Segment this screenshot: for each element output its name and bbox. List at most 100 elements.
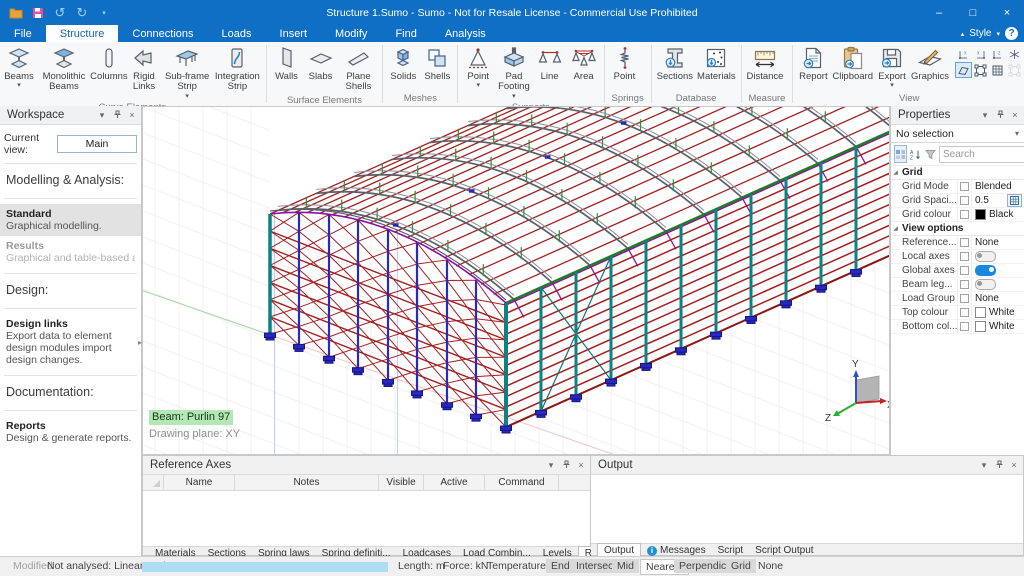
report-button[interactable]: Report — [796, 44, 830, 83]
categorize-button[interactable] — [894, 145, 907, 163]
selection-dropdown[interactable]: No selection ▾ — [891, 125, 1024, 143]
line-support-button[interactable]: Line — [533, 44, 567, 83]
property-group-view-options[interactable]: ◢View options — [891, 222, 1024, 236]
column-header-command[interactable]: Command — [485, 475, 559, 490]
quick-access-chevron-icon[interactable]: ▾ — [96, 5, 112, 21]
rigid-links-button[interactable]: Rigid Links — [126, 44, 162, 94]
table-body[interactable] — [143, 491, 590, 547]
calculator-button[interactable] — [1007, 194, 1022, 207]
property-row-beam-leg[interactable]: Beam leg... — [891, 278, 1024, 292]
close-panel-icon[interactable]: × — [1010, 110, 1020, 120]
pin-icon[interactable] — [112, 110, 122, 121]
plane-shells-button[interactable]: Plane Shells — [338, 44, 380, 94]
column-header-visible[interactable]: Visible — [379, 475, 424, 490]
sort-alpha-button[interactable]: AZ — [909, 145, 922, 163]
point-spring-button[interactable]: Point — [608, 44, 642, 83]
toggle-global-axes[interactable] — [975, 265, 996, 276]
current-view-input[interactable] — [57, 135, 137, 153]
tab-structure[interactable]: Structure — [46, 25, 119, 42]
panel-menu-icon[interactable]: ▾ — [980, 110, 990, 121]
close-panel-icon[interactable]: × — [1009, 460, 1019, 470]
snap-button-mid[interactable]: Mid — [612, 559, 639, 573]
tab-connections[interactable]: Connections — [118, 25, 207, 42]
monolithic-beams-button[interactable]: Monolithic Beams — [36, 44, 92, 94]
pin-icon[interactable] — [995, 110, 1005, 121]
column-header-name[interactable]: Name — [164, 475, 235, 490]
close-button[interactable]: × — [990, 0, 1024, 25]
property-row-global-axes[interactable]: Global axes — [891, 264, 1024, 278]
maximize-button[interactable]: □ — [956, 0, 990, 25]
search-input[interactable] — [939, 146, 1024, 163]
workspace-item-standard[interactable]: StandardGraphical modelling. — [0, 204, 141, 236]
shells-button[interactable]: Shells — [420, 44, 454, 83]
clipboard-button[interactable]: Clipboard — [830, 44, 875, 83]
save-icon[interactable] — [30, 5, 46, 21]
panel-menu-icon[interactable]: ▾ — [546, 460, 556, 471]
view-ucs-corner-button[interactable]: x — [955, 46, 972, 62]
help-button[interactable]: ? — [1005, 27, 1018, 40]
force-unit-label[interactable]: Force: kN — [443, 560, 489, 572]
tab-find[interactable]: Find — [381, 25, 430, 42]
property-row-load-group[interactable]: Load GroupNone — [891, 292, 1024, 306]
tab-insert[interactable]: Insert — [266, 25, 322, 42]
property-row-grid-spaci[interactable]: Grid Spaci...0.5 — [891, 194, 1024, 208]
minimize-button[interactable]: – — [922, 0, 956, 25]
walls-button[interactable]: Walls — [270, 44, 304, 83]
distance-button[interactable]: Distance — [744, 44, 785, 83]
integration-strip-button[interactable]: Integration Strip — [212, 44, 262, 94]
view-plane-button[interactable] — [955, 62, 972, 78]
close-panel-icon[interactable]: × — [127, 110, 137, 120]
sections-button[interactable]: Sections — [655, 44, 695, 83]
export-button[interactable]: Export▾ — [875, 44, 909, 90]
property-group-grid[interactable]: ◢Grid — [891, 166, 1024, 180]
materials-button[interactable]: Materials — [695, 44, 738, 83]
tab-modify[interactable]: Modify — [321, 25, 381, 42]
column-header-notes[interactable]: Notes — [235, 475, 379, 490]
style-label[interactable]: Style — [969, 28, 991, 39]
view-frame-button[interactable] — [972, 62, 989, 78]
tab-output[interactable]: Output — [597, 543, 641, 557]
snap-button-none[interactable]: None — [753, 559, 788, 573]
property-row-grid-colour[interactable]: Grid colourBlack — [891, 208, 1024, 222]
property-row-grid-mode[interactable]: Grid ModeBlended — [891, 180, 1024, 194]
beams-button[interactable]: Beams▾ — [2, 44, 36, 90]
view-ucs-rotate-button[interactable]: x — [972, 46, 989, 62]
property-row-local-axes[interactable]: Local axes — [891, 250, 1024, 264]
workspace-item-reports[interactable]: ReportsDesign & generate reports. — [0, 416, 141, 448]
workspace-item-design-links[interactable]: Design linksExport data to element desig… — [0, 314, 141, 370]
solids-button[interactable]: Solids — [386, 44, 420, 83]
sub-frame-strip-button[interactable]: Sub-frame Strip▾ — [162, 44, 212, 101]
toggle-beam-leg[interactable] — [975, 279, 996, 290]
view-frame-grid-button[interactable] — [989, 62, 1006, 78]
redo-icon[interactable]: ↻ — [74, 5, 90, 21]
pin-icon[interactable] — [994, 460, 1004, 471]
view-ucs-axes-button[interactable] — [1006, 46, 1023, 62]
workspace-item-results[interactable]: ResultsGraphical and table-based analysi… — [0, 236, 141, 268]
tab-analysis[interactable]: Analysis — [431, 25, 500, 42]
output-console[interactable] — [591, 475, 1023, 544]
columns-button[interactable]: Columns — [92, 44, 126, 83]
area-support-button[interactable]: Area — [567, 44, 601, 83]
property-row-top-colour[interactable]: Top colourWhite — [891, 306, 1024, 320]
panel-menu-icon[interactable]: ▾ — [979, 460, 989, 471]
filter-icon[interactable] — [924, 145, 937, 163]
slabs-button[interactable]: Slabs — [304, 44, 338, 83]
property-row-bottom-col[interactable]: Bottom col...White — [891, 320, 1024, 334]
panel-menu-icon[interactable]: ▾ — [97, 110, 107, 121]
close-panel-icon[interactable]: × — [576, 460, 586, 470]
graphics-button[interactable]: Graphics — [909, 44, 951, 83]
table-corner-cell[interactable] — [143, 475, 164, 490]
style-chevron-icon[interactable]: ▾ — [996, 30, 1000, 38]
property-row-reference[interactable]: Reference...None — [891, 236, 1024, 250]
toggle-local-axes[interactable] — [975, 251, 996, 262]
point-support-button[interactable]: Point▾ — [461, 44, 495, 90]
tab-file[interactable]: File — [0, 25, 46, 42]
view-ucs-z-button[interactable]: z — [989, 46, 1006, 62]
view-frame-off-button[interactable] — [1006, 62, 1023, 78]
undo-icon[interactable]: ↺ — [52, 5, 68, 21]
column-header-active[interactable]: Active — [424, 475, 485, 490]
tab-loads[interactable]: Loads — [208, 25, 266, 42]
pad-footing-button[interactable]: Pad Footing▾ — [495, 44, 532, 101]
collapse-ribbon-icon[interactable]: ▴ — [961, 30, 965, 38]
snap-button-grid[interactable]: Grid — [726, 559, 756, 573]
